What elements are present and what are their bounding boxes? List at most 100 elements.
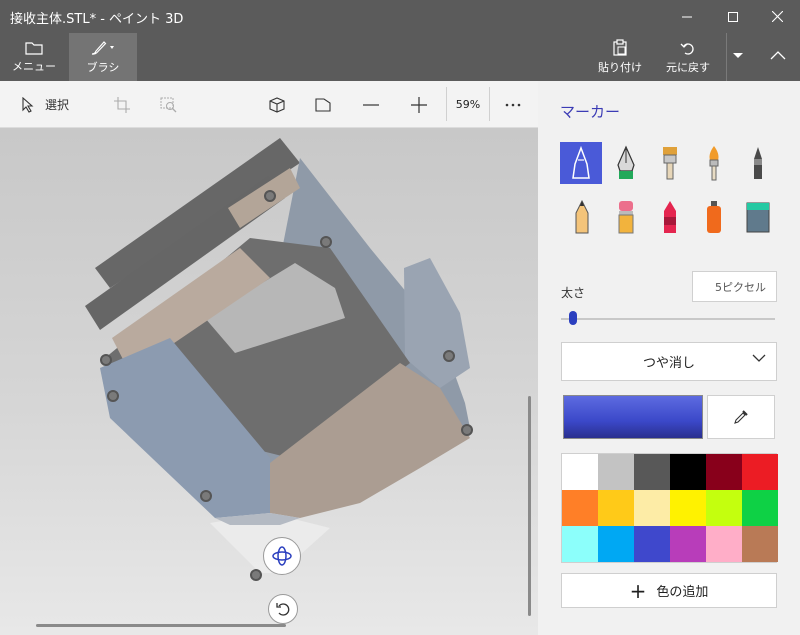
crop-icon — [114, 96, 130, 113]
color-swatch[interactable] — [706, 526, 742, 562]
color-swatch[interactable] — [598, 490, 634, 526]
plus-icon: + — [629, 578, 647, 603]
marker-icon — [572, 146, 590, 179]
brush-tab[interactable]: ブラシ — [69, 33, 137, 81]
pencil-icon — [575, 199, 589, 234]
rotate-3d-icon — [272, 546, 292, 566]
collapse-ribbon-button[interactable] — [756, 33, 800, 81]
add-color-label: 色の追加 — [656, 585, 709, 600]
maximize-button[interactable] — [710, 0, 756, 33]
undo-button[interactable]: 元に戻す — [658, 33, 718, 81]
color-swatch[interactable] — [562, 454, 598, 490]
color-swatch[interactable] — [742, 454, 778, 490]
rotate-handle[interactable] — [268, 594, 298, 624]
tool-crayon[interactable] — [649, 196, 691, 238]
title-bar: 接收主体.STL* - ペイント 3D — [0, 0, 800, 33]
color-swatch[interactable] — [562, 490, 598, 526]
maximize-icon — [728, 11, 738, 22]
color-swatch[interactable] — [634, 526, 670, 562]
tool-calligraphy-pen[interactable] — [605, 142, 647, 184]
brush-label: ブラシ — [86, 60, 120, 74]
color-swatch[interactable] — [598, 526, 634, 562]
thickness-slider-thumb[interactable] — [569, 311, 577, 325]
thickness-input[interactable]: 5ピクセル — [692, 271, 777, 302]
minimize-button[interactable] — [664, 0, 710, 33]
folder-icon — [25, 41, 43, 55]
color-swatch[interactable] — [562, 526, 598, 562]
menu-label: メニュー — [12, 59, 56, 73]
select-label: 選択 — [44, 98, 69, 112]
plus-icon — [411, 96, 427, 113]
magic-select-button[interactable] — [155, 81, 183, 128]
oil-brush-icon — [663, 147, 677, 180]
paste-button[interactable]: 貼り付け — [590, 33, 650, 81]
tool-eraser[interactable] — [605, 196, 647, 238]
thickness-label: 太さ — [561, 286, 586, 300]
current-color-swatch[interactable] — [563, 395, 703, 439]
3d-canvas[interactable] — [0, 128, 538, 635]
minimize-icon — [682, 16, 692, 17]
tool-marker[interactable] — [560, 142, 602, 184]
fill-bucket-icon — [746, 202, 770, 233]
crop-button[interactable] — [108, 81, 136, 128]
tool-pixel-pen[interactable] — [737, 142, 779, 184]
tool-fill-bucket[interactable] — [737, 196, 779, 238]
magic-select-icon — [160, 97, 177, 112]
color-swatch[interactable] — [670, 526, 706, 562]
tool-oil-brush[interactable] — [649, 142, 691, 184]
vertical-scrollbar[interactable] — [528, 396, 531, 616]
finish-dropdown[interactable]: つや消し — [561, 342, 777, 381]
color-swatch[interactable] — [670, 490, 706, 526]
3d-view-icon — [269, 96, 285, 113]
calligraphy-pen-icon — [617, 145, 635, 179]
ribbon: メニュー ブラシ 貼り付け 元に戻す — [0, 33, 800, 81]
chevron-down-icon — [752, 354, 766, 362]
more-icon — [505, 103, 521, 106]
pointer-icon — [22, 96, 34, 113]
undo-icon — [680, 42, 694, 55]
eraser-icon — [618, 201, 634, 234]
brush-panel: マーカー 太さ 5ピクセル つや消し + 色の追加 — [538, 81, 800, 635]
color-swatch[interactable] — [598, 454, 634, 490]
thickness-slider[interactable] — [561, 318, 775, 320]
perspective-button[interactable] — [308, 81, 338, 128]
tool-spray-can[interactable] — [693, 196, 735, 238]
finish-value: つや消し — [642, 356, 695, 371]
color-swatch[interactable] — [742, 526, 778, 562]
tool-watercolor[interactable] — [693, 142, 735, 184]
zoom-in-button[interactable] — [404, 81, 434, 128]
paste-label: 貼り付け — [598, 61, 642, 74]
chevron-down-icon — [732, 52, 743, 58]
tool-pencil[interactable] — [561, 196, 603, 238]
add-color-button[interactable]: + 色の追加 — [561, 573, 777, 608]
panel-title: マーカー — [560, 103, 621, 121]
close-button[interactable] — [754, 0, 800, 33]
crayon-icon — [664, 201, 676, 233]
rotate-3d-handle[interactable] — [263, 537, 301, 575]
color-swatch[interactable] — [634, 490, 670, 526]
spray-can-icon — [707, 201, 721, 233]
watercolor-icon — [709, 146, 719, 181]
eyedropper-button[interactable] — [707, 395, 775, 439]
color-swatch[interactable] — [706, 490, 742, 526]
minus-icon — [363, 103, 379, 106]
close-icon — [771, 11, 783, 22]
color-palette — [561, 453, 778, 563]
color-swatch[interactable] — [634, 454, 670, 490]
select-button[interactable]: 選択 — [10, 81, 80, 128]
horizontal-scrollbar[interactable] — [36, 624, 286, 627]
eyedropper-icon — [734, 410, 748, 424]
zoom-out-button[interactable] — [356, 81, 386, 128]
zoom-level[interactable]: 59% — [446, 87, 490, 121]
color-swatch[interactable] — [670, 454, 706, 490]
menu-button[interactable]: メニュー — [0, 33, 68, 81]
rotate-icon — [276, 603, 290, 616]
color-swatch[interactable] — [742, 490, 778, 526]
chevron-up-icon — [770, 51, 786, 60]
undo-history-dropdown[interactable] — [726, 33, 748, 81]
3d-view-button[interactable] — [262, 81, 292, 128]
color-swatch[interactable] — [706, 454, 742, 490]
undo-label: 元に戻す — [666, 60, 710, 74]
paste-icon — [613, 39, 627, 56]
more-options-button[interactable] — [498, 81, 528, 128]
